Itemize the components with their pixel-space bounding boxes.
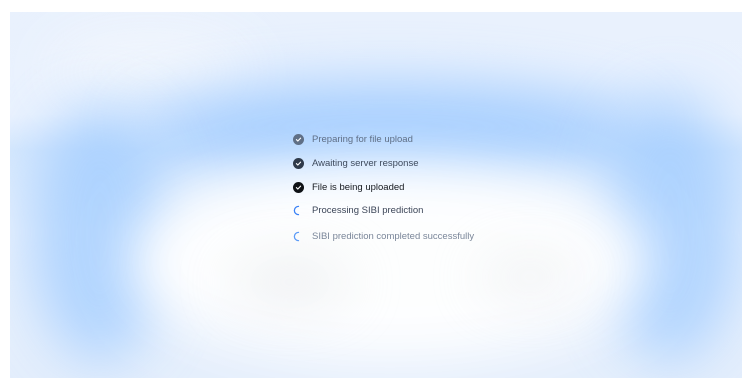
check-circle-icon — [293, 158, 304, 169]
check-circle-icon — [293, 134, 304, 145]
status-step-label: Processing SIBI prediction — [312, 205, 424, 216]
status-step: Processing SIBI prediction — [293, 205, 423, 216]
status-step-label: SIBI prediction completed successfully — [312, 231, 475, 242]
upload-progress-screen: Preparing for file upload Awaiting serve… — [0, 0, 755, 378]
background-blur-shape — [480, 257, 580, 297]
background-blur-shape — [230, 262, 350, 302]
spinner-icon — [293, 205, 304, 216]
status-step: Awaiting server response — [293, 158, 419, 169]
status-step-label: Preparing for file upload — [312, 134, 413, 145]
spinner-icon — [293, 231, 304, 242]
status-step: Preparing for file upload — [293, 134, 413, 145]
status-step-label: File is being uploaded — [312, 182, 405, 193]
status-step: SIBI prediction completed successfully — [293, 231, 474, 242]
status-step-label: Awaiting server response — [312, 158, 419, 169]
check-circle-icon — [293, 182, 304, 193]
blurred-background — [10, 12, 742, 378]
status-step: File is being uploaded — [293, 182, 404, 193]
